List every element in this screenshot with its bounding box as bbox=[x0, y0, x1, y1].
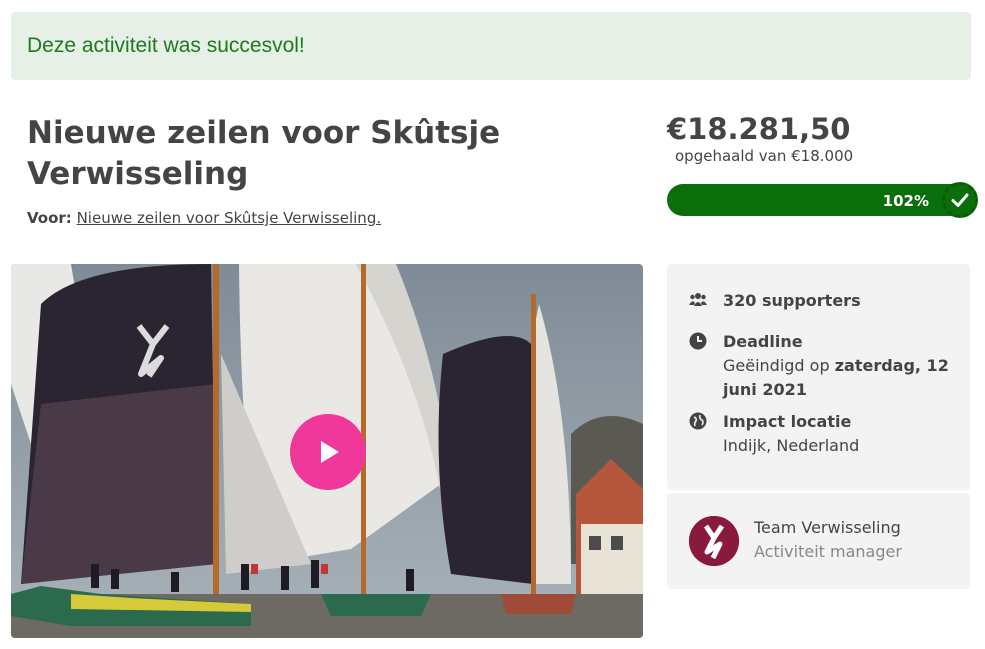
for-line: Voor: Nieuwe zeilen voor Skûtsje Verwiss… bbox=[27, 209, 381, 227]
for-project-link[interactable]: Nieuwe zeilen voor Skûtsje Verwisseling. bbox=[77, 209, 382, 227]
globe-pin-icon bbox=[689, 412, 707, 430]
clock-icon bbox=[689, 332, 707, 350]
location-value: Indijk, Nederland bbox=[723, 436, 860, 455]
funding-progress-bar: 102% bbox=[667, 184, 975, 216]
deadline-date-2: juni 2021 bbox=[723, 380, 807, 399]
deadline-label: Deadline bbox=[723, 332, 803, 351]
check-icon bbox=[942, 182, 978, 218]
manager-name[interactable]: Team Verwisseling bbox=[754, 518, 901, 537]
play-icon bbox=[321, 441, 339, 463]
supporters-count: 320 supporters bbox=[723, 291, 861, 310]
manager-avatar[interactable] bbox=[689, 516, 739, 566]
info-panel: 320 supporters Deadline Geëindigd op zat… bbox=[667, 264, 970, 490]
deadline-date: zaterdag, 12 bbox=[834, 356, 949, 375]
manager-panel: Team Verwisseling Activiteit manager bbox=[667, 493, 970, 589]
location-label: Impact locatie bbox=[723, 412, 852, 431]
page-title: Nieuwe zeilen voor Skûtsje Verwisseling bbox=[27, 115, 501, 192]
raised-amount: €18.281,50 bbox=[667, 112, 851, 146]
goal-text: opgehaald van €18.000 bbox=[675, 147, 854, 165]
progress-percent: 102% bbox=[882, 192, 929, 210]
verwisseling-logo bbox=[689, 516, 739, 566]
success-banner: Deze activiteit was succesvol! bbox=[11, 12, 971, 80]
deadline-text: Geëindigd op bbox=[723, 356, 835, 375]
manager-role: Activiteit manager bbox=[754, 542, 902, 561]
success-message: Deze activiteit was succesvol! bbox=[27, 34, 305, 57]
users-icon bbox=[689, 293, 707, 306]
for-label: Voor: bbox=[27, 209, 72, 227]
play-button[interactable] bbox=[290, 414, 366, 490]
